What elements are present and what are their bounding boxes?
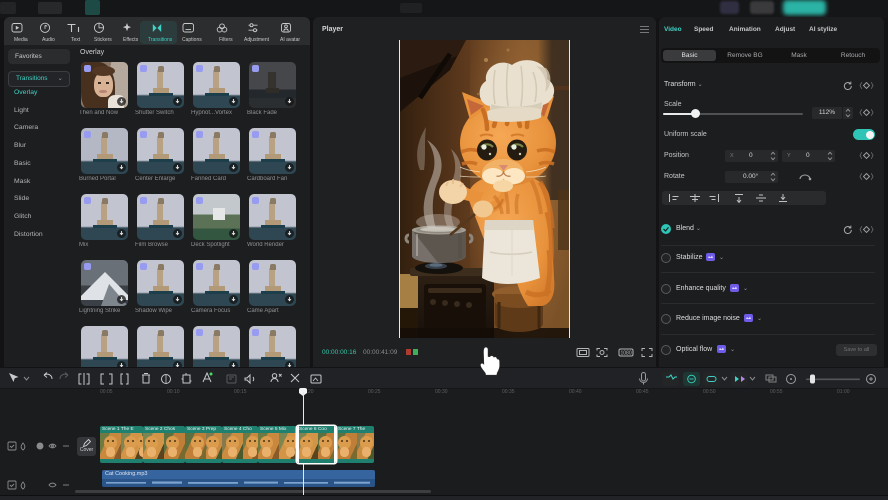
svg-text:1080: 1080 bbox=[621, 351, 632, 357]
